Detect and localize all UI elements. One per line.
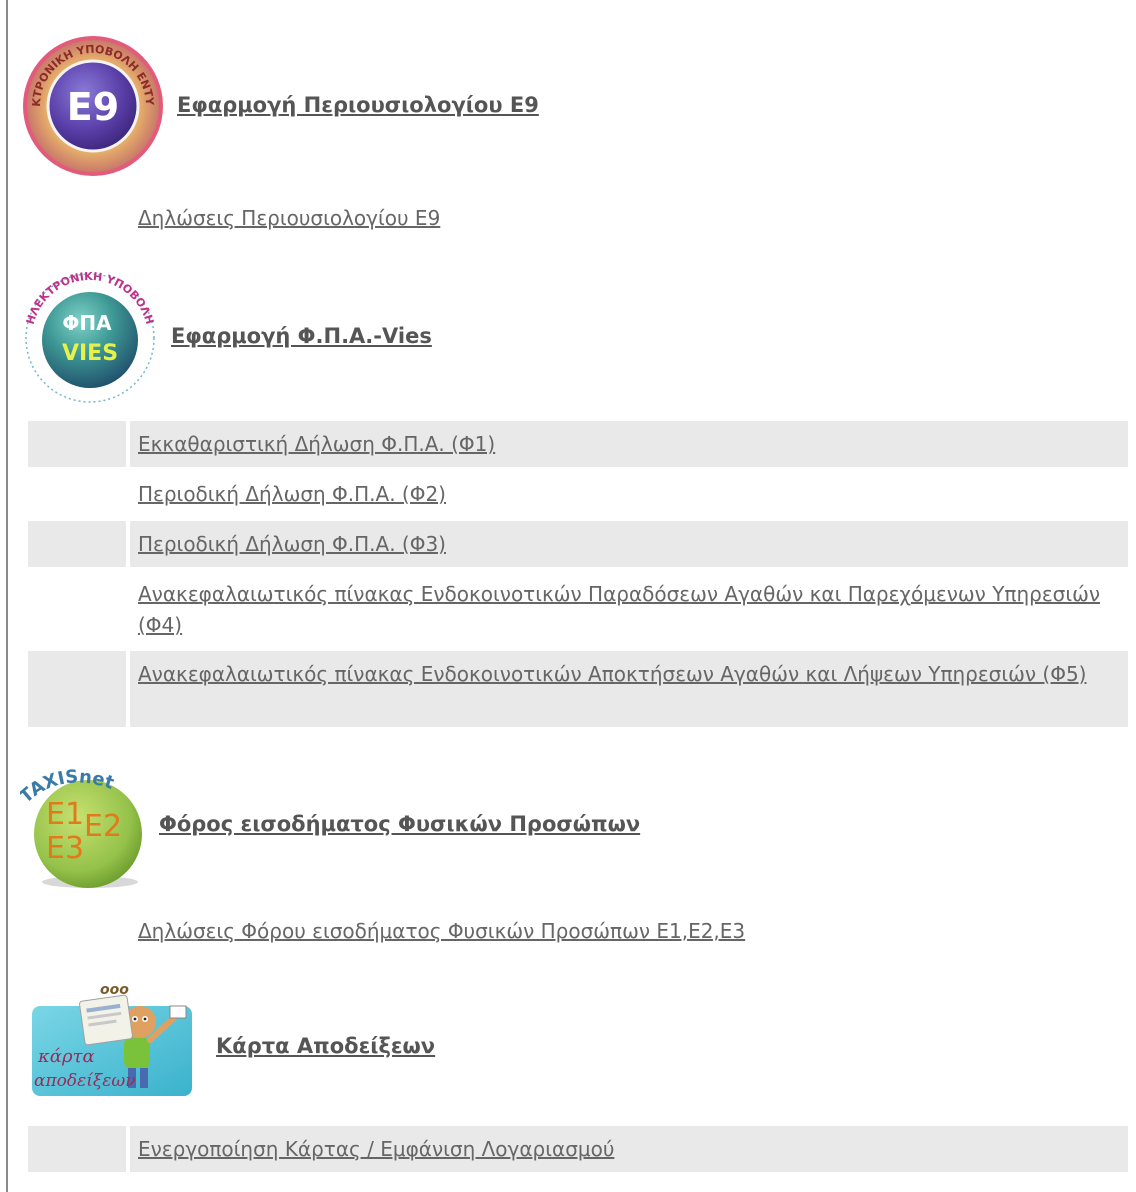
e9-icon-label: E9 <box>67 85 119 129</box>
row-shade-left-f3 <box>28 521 126 567</box>
link-e9-declarations[interactable]: Δηλώσεις Περιουσιολογίου Ε9 <box>138 203 440 234</box>
left-border <box>6 0 8 1192</box>
link-vat-f3[interactable]: Περιοδική Δήλωση Φ.Π.Α. (Φ3) <box>138 529 446 560</box>
row-shade-left-card <box>28 1126 126 1172</box>
receipts-card-caption-2: αποδείξεων <box>34 1071 136 1091</box>
link-vat-f5[interactable]: Ανακεφαλαιωτικός πίνακας Ενδοκοινοτικών … <box>138 659 1118 690</box>
link-income-tax-declarations[interactable]: Δηλώσεις Φόρου εισοδήματος Φυσικών Προσώ… <box>138 916 745 947</box>
row-shade-left-f5 <box>28 651 126 727</box>
row-shade-left-f1 <box>28 421 126 467</box>
receipts-card-icon[interactable]: ooo κάρτα αποδείξεων <box>30 982 194 1098</box>
section-title-receipts[interactable]: Κάρτα Αποδείξεων <box>216 1034 435 1058</box>
section-title-e9[interactable]: Εφαρμογή Περιουσιολογίου Ε9 <box>177 93 539 117</box>
vat-icon-label-bottom: VIES <box>62 341 118 366</box>
taxisnet-label-e2: E2 <box>84 809 122 844</box>
link-vat-f1[interactable]: Εκκαθαριστική Δήλωση Φ.Π.Α. (Φ1) <box>138 429 495 460</box>
link-activate-card[interactable]: Ενεργοποίηση Κάρτας / Εμφάνιση Λογαριασμ… <box>138 1134 614 1165</box>
receipts-card-caption-1: κάρτα <box>37 1046 95 1067</box>
section-title-vat[interactable]: Εφαρμογή Φ.Π.Α.-Vies <box>171 324 432 348</box>
vat-icon-label-top: ΦΠΑ <box>62 311 112 335</box>
e9-electronic-submission-icon[interactable]: E9 ΗΛΕΚΤΡΟΝΙΚΗ ΥΠΟΒΟΛΗ ΕΝΤΥΠΟΥ <box>22 34 164 178</box>
taxisnet-label-e3: E3 <box>46 831 84 866</box>
page: E9 ΗΛΕΚΤΡΟΝΙΚΗ ΥΠΟΒΟΛΗ ΕΝΤΥΠΟΥ Εφαρμογή … <box>0 0 1136 1192</box>
vat-vies-icon[interactable]: ΦΠΑ VIES ΗΛΕΚΤΡΟΝΙΚΗ ΥΠΟΒΟΛΗ <box>22 270 158 406</box>
section-header-e9: Εφαρμογή Περιουσιολογίου Ε9 <box>177 93 539 117</box>
taxisnet-e1-e2-e3-icon[interactable]: TAXISnet E1 E2 E3 <box>20 762 150 890</box>
link-vat-f2[interactable]: Περιοδική Δήλωση Φ.Π.Α. (Φ2) <box>138 479 446 510</box>
section-header-income-tax: Φόρος εισοδήματος Φυσικών Προσώπων <box>159 812 640 836</box>
svg-text:ooo: ooo <box>100 982 129 998</box>
section-header-receipts: Κάρτα Αποδείξεων <box>216 1034 435 1058</box>
taxisnet-label-e1: E1 <box>46 797 84 832</box>
link-vat-f4[interactable]: Ανακεφαλαιωτικός πίνακας Ενδοκοινοτικών … <box>138 579 1118 641</box>
section-header-vat: Εφαρμογή Φ.Π.Α.-Vies <box>171 324 432 348</box>
section-title-income-tax[interactable]: Φόρος εισοδήματος Φυσικών Προσώπων <box>159 812 640 836</box>
